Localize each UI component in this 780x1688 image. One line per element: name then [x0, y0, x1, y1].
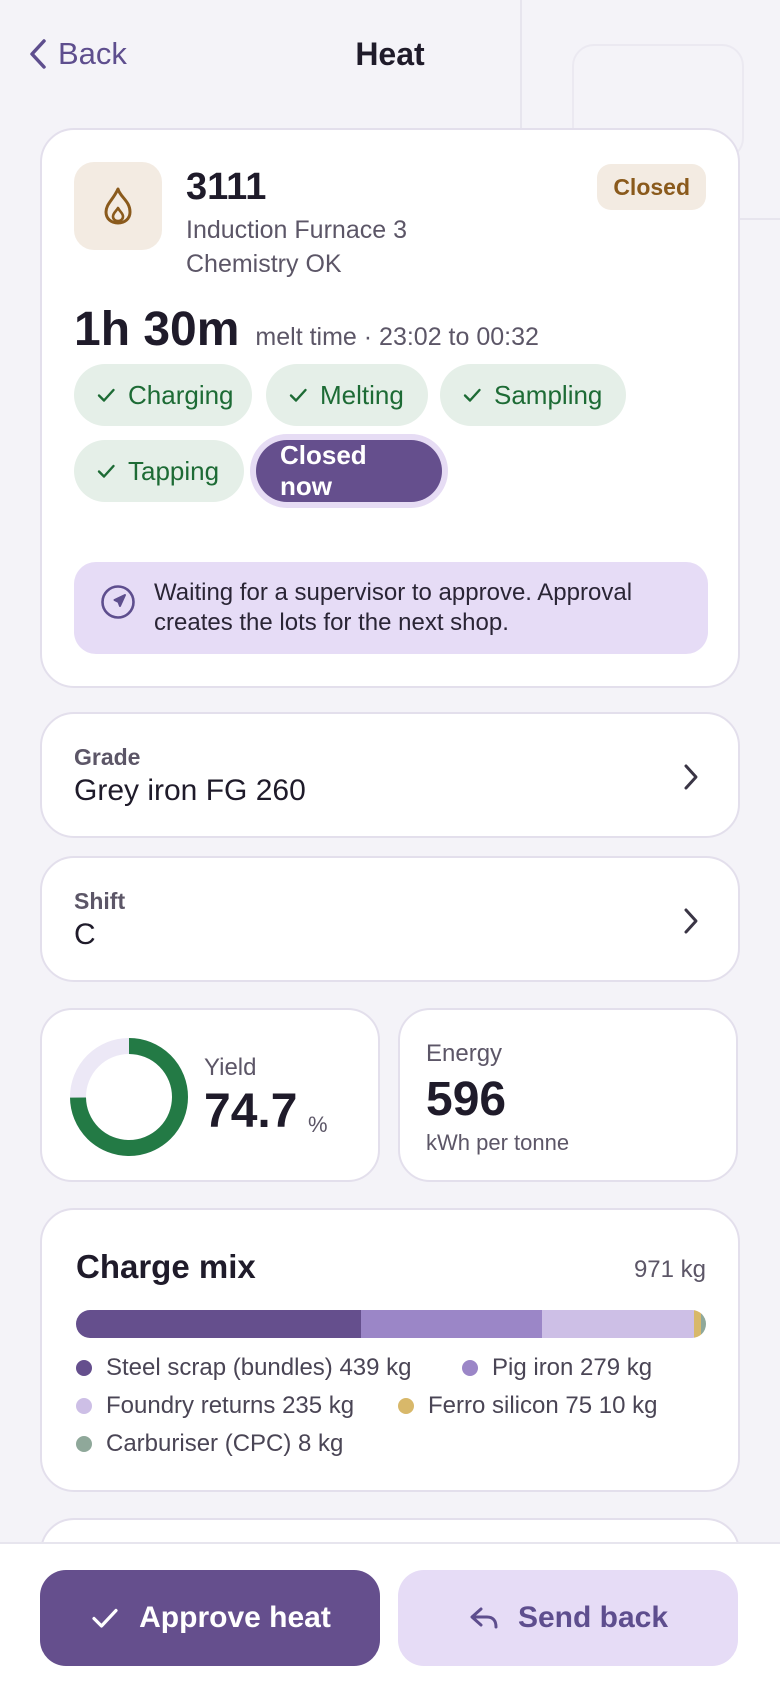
approve-heat-button[interactable]: Approve heat [40, 1570, 380, 1666]
stage-label: Melting [320, 379, 404, 410]
grade-value: Grey iron FG 260 [74, 774, 306, 807]
duration-detail: melt time · 23:02 to 00:32 [255, 323, 539, 351]
legend-dot [462, 1360, 478, 1376]
check-icon [92, 1608, 118, 1628]
yield-value: 74.7 [204, 1085, 298, 1138]
stage-chip-tapping: Tapping [74, 440, 244, 502]
energy-card: Energy 596 kWh per tonne [398, 1008, 738, 1182]
legend-dot [76, 1360, 92, 1376]
charge-mix-segment-1 [360, 1310, 542, 1338]
notice-text: Waiting for a supervisor to approve. App… [154, 579, 633, 636]
legend-item-ferro-silicon: Ferro silicon 75 10 kg [398, 1392, 657, 1420]
check-icon [289, 388, 307, 402]
legend-label: Steel scrap (bundles) 439 kg [106, 1354, 412, 1381]
charge-mix-total: 971 kg [633, 1256, 706, 1283]
navigation-arrow-icon [101, 585, 135, 619]
legend-label: Ferro silicon 75 10 kg [428, 1392, 658, 1419]
charge-mix-segment-4 [700, 1310, 706, 1338]
yield-donut [70, 1038, 188, 1156]
stage-label: Sampling [494, 379, 603, 410]
stage-chip-melting: Melting [266, 364, 428, 426]
legend-label: Pig iron 279 kg [492, 1354, 653, 1381]
check-icon [97, 464, 115, 478]
approve-label: Approve heat [139, 1601, 331, 1634]
approval-notice: Waiting for a supervisor to approve. App… [74, 562, 708, 654]
legend-item-pig-iron: Pig iron 279 kg [462, 1354, 652, 1382]
legend-dot [398, 1398, 414, 1414]
check-icon [97, 388, 115, 402]
heat-summary-card: 3111 Induction Furnace 3 Chemistry OK Cl… [40, 128, 740, 688]
legend-label: Foundry returns 235 kg [106, 1392, 355, 1419]
charge-mix-segment-2 [541, 1310, 695, 1338]
legend-item-foundry-returns: Foundry returns 235 kg [76, 1392, 354, 1420]
energy-label: Energy [426, 1040, 503, 1067]
check-icon [463, 388, 481, 402]
charge-mix-segment-0 [76, 1310, 361, 1338]
yield-card: Yield 74.7 % [40, 1008, 380, 1182]
charge-mix-title: Charge mix [76, 1248, 256, 1285]
heat-id: 3111 [186, 166, 267, 208]
send-back-label: Send back [517, 1601, 669, 1634]
yield-label: Yield [204, 1054, 257, 1081]
send-back-button[interactable]: Send back [398, 1570, 738, 1666]
stage-chip-charging: Charging [74, 364, 252, 426]
energy-unit: kWh per tonne [426, 1130, 570, 1155]
grade-label: Grade [74, 744, 141, 770]
stage-chip-current: Closed now [256, 440, 442, 502]
legend-label: Carburiser (CPC) 8 kg [106, 1430, 344, 1457]
duration-value: 1h 30m [74, 303, 240, 356]
chevron-right-icon [684, 908, 698, 934]
chemistry-status: Chemistry OK [186, 250, 342, 278]
stage-label: Charging [128, 379, 234, 410]
furnace-name: Induction Furnace 3 [186, 216, 407, 244]
charge-mix-card: Charge mix 971 kg Steel scrap (bundles) … [40, 1208, 740, 1492]
background-line [740, 218, 780, 220]
legend-dot [76, 1398, 92, 1414]
energy-value: 596 [426, 1073, 507, 1126]
page-title: Heat [355, 36, 425, 72]
melt-duration: 1h 30m melt time · 23:02 to 00:32 [74, 302, 539, 357]
reply-icon [470, 1607, 498, 1629]
app-header: Back Heat [0, 0, 780, 112]
bottom-action-bar: Approve heat Send back [0, 1542, 780, 1688]
flame-icon-box [74, 162, 162, 250]
grade-row[interactable]: Grade Grey iron FG 260 [40, 712, 740, 838]
legend-dot [76, 1436, 92, 1452]
shift-label: Shift [74, 888, 126, 914]
shift-value: C [74, 918, 96, 951]
stage-chip-sampling: Sampling [440, 364, 626, 426]
shift-row[interactable]: Shift C [40, 856, 740, 982]
yield-unit: % [308, 1112, 328, 1137]
flame-icon [104, 187, 132, 225]
stage-label: Tapping [128, 455, 220, 486]
legend-item-steel-scrap: Steel scrap (bundles) 439 kg [76, 1354, 412, 1382]
legend-item-carburiser: Carburiser (CPC) 8 kg [76, 1430, 343, 1458]
chevron-right-icon [684, 764, 698, 790]
status-badge: Closed [597, 164, 706, 210]
charge-mix-bar [76, 1310, 706, 1338]
